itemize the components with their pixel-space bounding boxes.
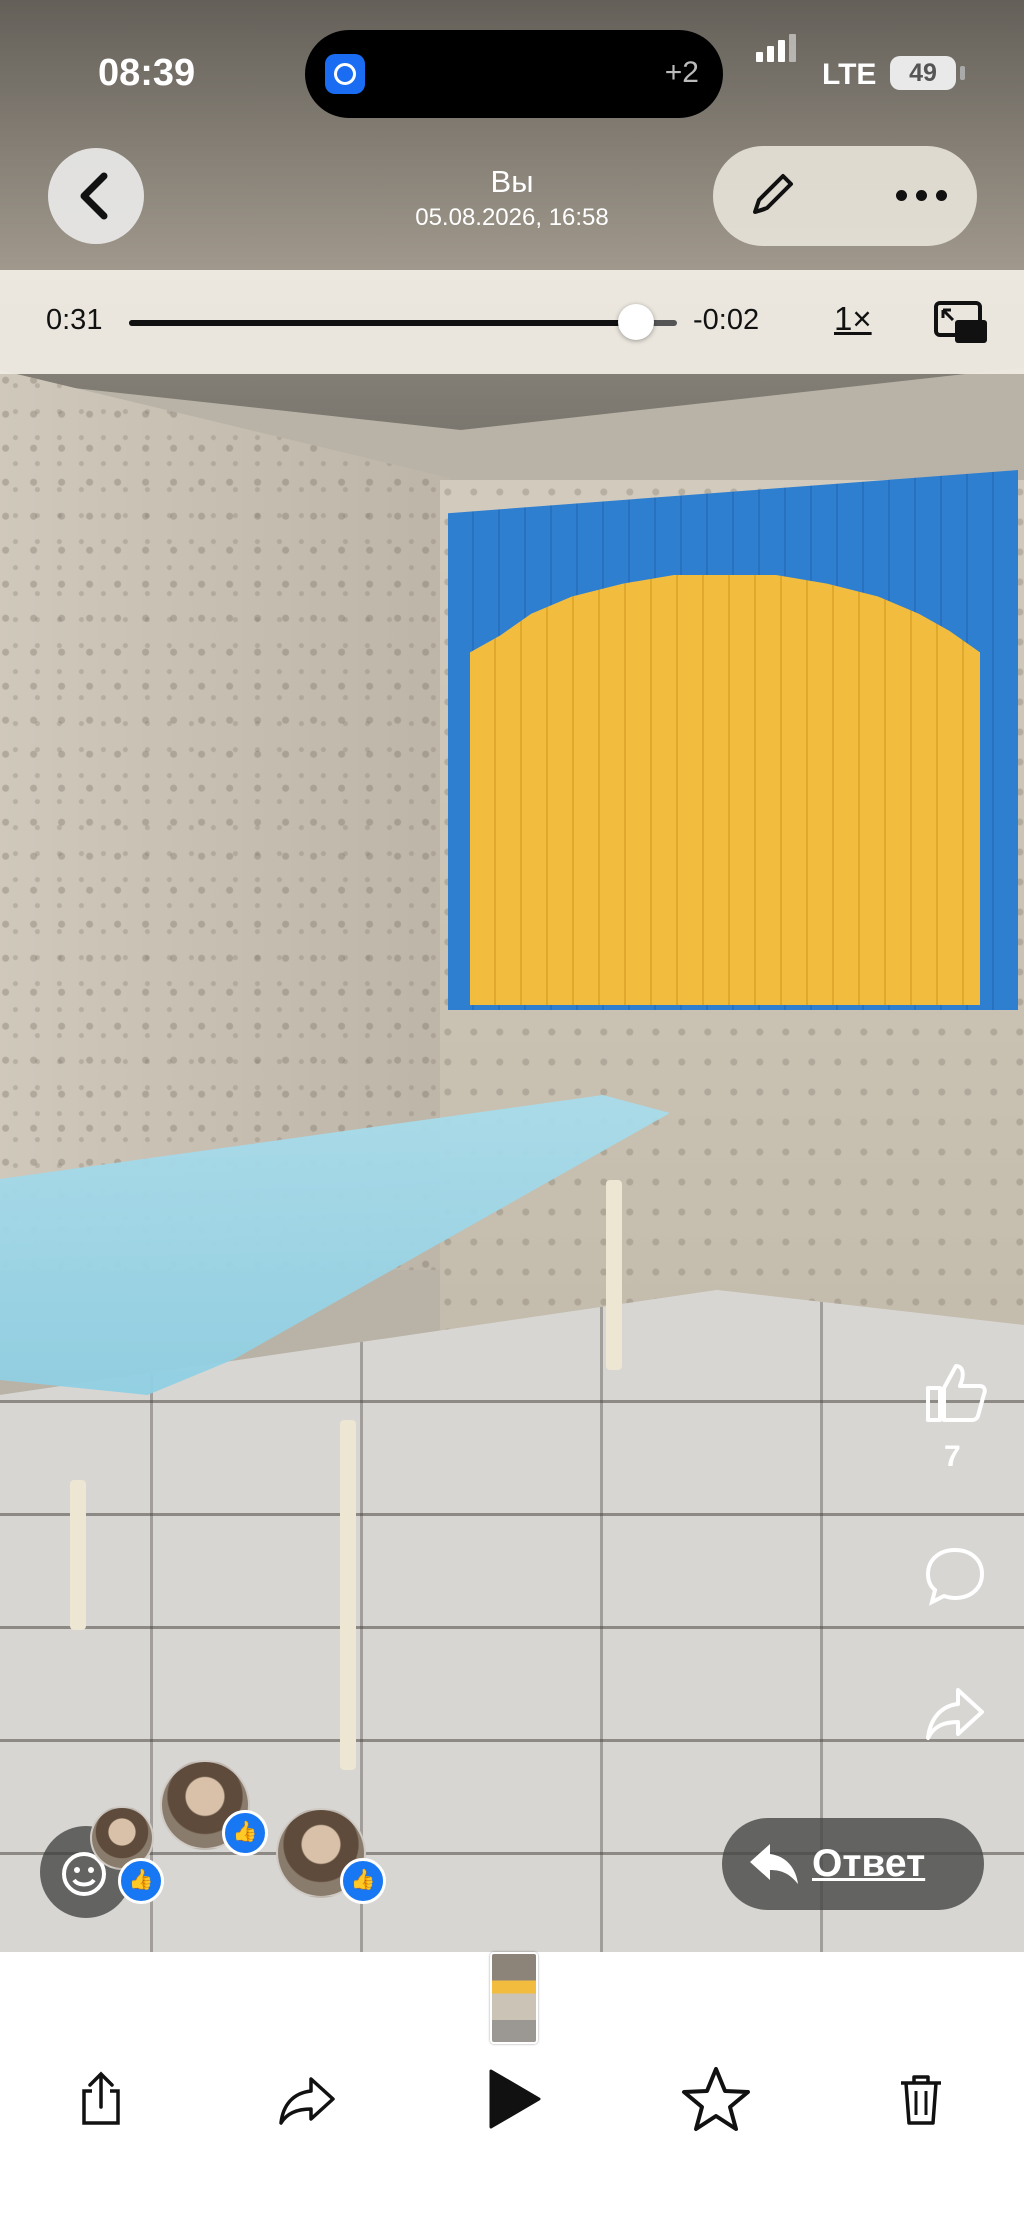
network-type: LTE <box>822 58 877 91</box>
reply-arrow-icon <box>750 1844 798 1884</box>
video-table-leg <box>70 1480 86 1630</box>
reply-label: Ответ <box>812 1842 926 1885</box>
video-table-leg <box>606 1180 622 1370</box>
elapsed-time: 0:31 <box>46 304 103 336</box>
share-upload-icon <box>82 2071 120 2125</box>
like-badge-icon: 👍 <box>222 1810 268 1856</box>
comment-bubble-icon[interactable] <box>922 1542 988 1608</box>
bottom-toolbar <box>0 1952 1024 2226</box>
picture-in-picture-icon[interactable] <box>933 300 991 346</box>
pencil-icon[interactable] <box>743 168 799 224</box>
playback-speed-button[interactable]: 1× <box>834 300 872 338</box>
like-count: 7 <box>944 1440 961 1473</box>
play-icon <box>489 2069 541 2129</box>
trash-icon <box>901 2075 941 2125</box>
scrubber-progress <box>129 320 637 326</box>
play-button[interactable] <box>468 2054 558 2144</box>
thumbs-up-icon[interactable] <box>922 1360 988 1426</box>
video-yellow-blind <box>470 575 980 1005</box>
like-badge-icon: 👍 <box>118 1858 164 1904</box>
media-thumbnail[interactable] <box>490 1952 538 2044</box>
status-bar: 08:39 +2 LTE 49 <box>0 0 1024 150</box>
battery-icon: 49 <box>890 56 956 90</box>
share-button[interactable] <box>56 2054 146 2144</box>
playback-bar: 0:31 -0:02 1× <box>0 270 1024 374</box>
video-table-leg <box>340 1420 356 1770</box>
safari-icon <box>325 54 365 94</box>
forward-button[interactable] <box>262 2054 352 2144</box>
favorite-button[interactable] <box>671 2054 761 2144</box>
star-icon <box>682 2067 750 2131</box>
scrubber-track[interactable] <box>129 304 677 340</box>
ellipsis-icon[interactable] <box>896 190 947 201</box>
status-time: 08:39 <box>98 52 196 94</box>
battery-tip <box>960 66 965 80</box>
header-actions <box>713 146 977 246</box>
remaining-time: -0:02 <box>693 304 760 336</box>
scrubber-handle[interactable] <box>618 304 655 340</box>
island-badge: +2 <box>664 56 699 89</box>
delete-button[interactable] <box>876 2054 966 2144</box>
share-arrow-icon[interactable] <box>922 1680 988 1746</box>
reply-button[interactable]: Ответ <box>722 1818 984 1910</box>
dynamic-island[interactable]: +2 <box>305 30 723 118</box>
forward-icon <box>279 2077 335 2125</box>
like-badge-icon: 👍 <box>340 1858 386 1904</box>
